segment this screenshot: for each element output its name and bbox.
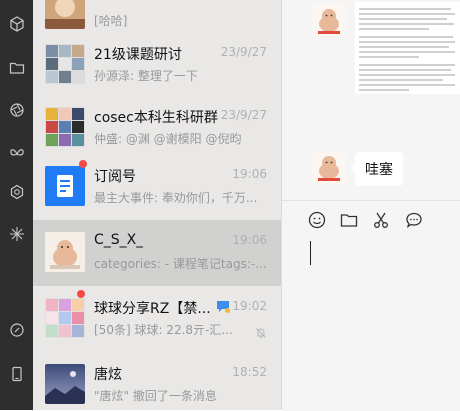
chat-list-item[interactable]: 唐炫 18:52 "唐炫" 撤回了一条消息 (33, 352, 281, 410)
chat-title: 订阅号 (94, 169, 136, 185)
chat-preview: 孙源泽: 整理了一下 (94, 69, 198, 83)
chat-list-item[interactable]: cosec本科生科研群 23/9/27 仲盛: @渊 @谢模阳 @倪昀 (33, 95, 281, 161)
unread-dot (79, 160, 87, 168)
muted-bell-icon (255, 324, 267, 338)
doc-text-line (359, 84, 455, 86)
doc-text-line (359, 56, 419, 58)
sender-avatar[interactable] (312, 150, 346, 184)
chat-time: 18:52 (232, 365, 267, 379)
doc-text-line (359, 13, 455, 15)
phone-icon[interactable] (0, 358, 33, 390)
text-message-bubble[interactable]: 哇塞 (350, 152, 403, 186)
group-avatar (45, 298, 85, 338)
doc-text-line (359, 36, 453, 38)
sender-avatar[interactable] (312, 3, 346, 37)
doc-text-line (359, 51, 455, 53)
chat-time: 23/9/27 (220, 108, 267, 122)
chat-list-item[interactable]: 21级课题研讨 23/9/27 孙源泽: 整理了一下 (33, 32, 281, 98)
text-cursor (310, 241, 311, 265)
doc-text-line (359, 8, 451, 10)
chat-preview: [哈哈] (94, 14, 128, 28)
aperture-icon[interactable] (0, 94, 33, 126)
folder-icon[interactable] (0, 52, 33, 84)
chat-time: 19:02 (232, 299, 267, 313)
chat-title: 唐炫 (94, 367, 122, 383)
chat-list-item[interactable]: 球球分享RZ【禁... 19:02 [50条] 球球: 22.8亓-汇... (33, 286, 281, 352)
link-icon[interactable] (0, 314, 33, 346)
scissors-icon[interactable] (370, 209, 392, 231)
chat-preview: 仲盛: @渊 @谢模阳 @倪昀 (94, 132, 242, 146)
chat-preview: 最主大事件: 奉劝你们，千万... (94, 191, 258, 205)
hexagon-icon[interactable] (0, 176, 33, 208)
message-input-area[interactable] (282, 200, 460, 411)
chat-list-item-selected[interactable]: C_S_X_ 19:06 categories: - 课程笔记tags:-... (33, 220, 281, 286)
chat-list: [哈哈] 21级课题研讨 23/9/27 孙源泽: 整理了一下 cosec本科生… (33, 0, 281, 410)
doc-text-line (359, 64, 455, 66)
chat-title: 球球分享RZ【禁... (94, 301, 211, 317)
doc-text-line (359, 69, 451, 71)
nav-rail (0, 0, 33, 410)
butterfly-icon[interactable] (0, 138, 33, 170)
cube-icon[interactable] (0, 8, 33, 40)
doc-text-line (359, 79, 443, 81)
document-preview-message[interactable] (355, 2, 460, 94)
contact-avatar (45, 0, 85, 29)
mention-bubble-icon (215, 298, 231, 314)
chat-time: 19:06 (232, 167, 267, 181)
chat-title: cosec本科生科研群 (94, 110, 218, 126)
chat-bubble-icon[interactable] (403, 209, 425, 231)
sparkle-icon[interactable] (0, 218, 33, 250)
subscription-icon (45, 166, 85, 206)
chat-time: 19:06 (232, 233, 267, 247)
chat-title: C_S_X_ (94, 232, 144, 248)
chat-time: 23/9/27 (220, 45, 267, 59)
contact-avatar (45, 232, 85, 272)
doc-text-line (359, 18, 447, 20)
doc-text-line (359, 74, 455, 76)
chat-preview: categories: - 课程笔记tags:-... (94, 257, 266, 271)
chat-preview: [50条] 球球: 22.8亓-汇... (94, 323, 233, 337)
group-avatar (45, 107, 85, 147)
group-avatar (45, 44, 85, 84)
folder-icon[interactable] (338, 209, 360, 231)
message-text: 哇塞 (365, 162, 393, 178)
doc-text-line (359, 28, 429, 30)
conversation-pane: 哇塞 (282, 0, 460, 411)
chat-title: 21级课题研讨 (94, 47, 182, 63)
doc-text-line (359, 89, 409, 91)
doc-text-line (359, 23, 454, 25)
doc-text-line (359, 46, 449, 48)
chat-list-item-subscription[interactable]: 订阅号 19:06 最主大事件: 奉劝你们，千万... (33, 154, 281, 220)
unread-dot (77, 290, 85, 298)
emoji-icon[interactable] (306, 209, 328, 231)
doc-text-line (359, 41, 455, 43)
chat-preview: "唐炫" 撤回了一条消息 (94, 389, 217, 403)
contact-avatar (45, 364, 85, 404)
